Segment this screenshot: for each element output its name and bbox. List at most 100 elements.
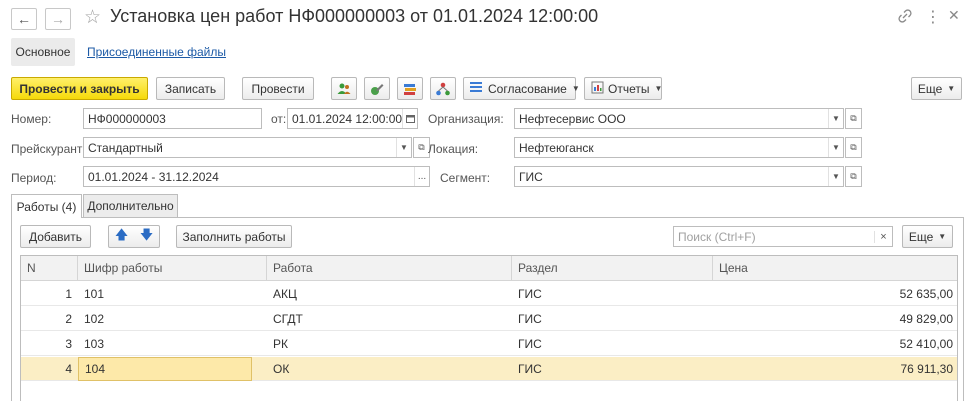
arrow-left-icon: ← [17, 11, 31, 27]
cell-n: 1 [65, 287, 72, 301]
list-icon [470, 81, 482, 96]
works-table: N Шифр работы Работа Раздел Цена 1 101 А… [20, 255, 958, 401]
edit-icon-button[interactable] [364, 77, 390, 100]
cell-section: ГИС [518, 312, 542, 326]
cell-price: 52 410,00 [899, 337, 953, 351]
section-attached-files[interactable]: Присоединенные файлы [87, 45, 226, 59]
cell-price: 52 635,00 [899, 287, 953, 301]
open-icon: ⧉ [850, 171, 857, 181]
column-header-section[interactable]: Раздел [512, 256, 713, 281]
search-placeholder: Поиск (Ctrl+F) [678, 229, 756, 244]
cell-code-active[interactable]: 104 [78, 357, 252, 381]
reports-dropdown[interactable]: Отчеты ▼ [584, 77, 662, 100]
table-row-selected[interactable]: 4 104 ОК ГИС 76 911,30 [21, 357, 957, 381]
open-location-button[interactable]: ⧉ [845, 137, 862, 158]
chevron-down-icon[interactable]: ▼ [828, 109, 843, 128]
chevron-down-icon: ▼ [947, 84, 956, 93]
organization-label: Организация: [428, 112, 504, 126]
chevron-down-icon: ▼ [654, 84, 663, 93]
cell-section: ГИС [518, 337, 542, 351]
column-header-price[interactable]: Цена [713, 256, 957, 281]
column-header-work[interactable]: Работа [267, 256, 512, 281]
table-row[interactable]: 3 103 РК ГИС 52 410,00 [21, 332, 957, 356]
cell-code: 101 [84, 287, 105, 301]
period-field[interactable]: 01.01.2024 - 31.12.2024 ... [83, 166, 430, 187]
tab-works[interactable]: Работы (4) [11, 194, 82, 218]
more-vertical-icon[interactable]: ⋮ [925, 7, 941, 27]
pricelist-label: Прейскурант: [11, 142, 86, 156]
forward-button[interactable]: → [45, 8, 71, 30]
save-button[interactable]: Записать [156, 77, 225, 100]
table-row[interactable]: 2 102 СГДТ ГИС 49 829,00 [21, 307, 957, 331]
cell-work: РК [273, 337, 288, 351]
segment-value: ГИС [519, 169, 543, 184]
table-more-label: Еще [908, 229, 934, 244]
window-title: Установка цен работ НФ000000003 от 01.01… [110, 6, 599, 26]
post-and-close-button[interactable]: Провести и закрыть [11, 77, 148, 100]
close-icon[interactable]: ✕ [948, 7, 960, 24]
organization-value: Нефтесервис ООО [519, 111, 626, 126]
section-main[interactable]: Основное [11, 38, 75, 66]
cell-work: АКЦ [273, 287, 297, 301]
organization-field[interactable]: Нефтесервис ООО ▼ [514, 108, 844, 129]
chevron-down-icon[interactable]: ▼ [828, 138, 843, 157]
chevron-down-icon: ▼ [938, 232, 947, 241]
calendar-icon[interactable] [402, 109, 417, 128]
pricelist-value: Стандартный [88, 140, 163, 155]
star-icon[interactable]: ☆ [84, 6, 101, 29]
report-icon [591, 81, 604, 97]
structure-icon-button[interactable] [430, 77, 456, 100]
location-field[interactable]: Нефтеюганск ▼ [514, 137, 844, 158]
arrow-down-icon[interactable]: 🡇 [140, 226, 153, 248]
move-buttons: 🡅 🡇 [108, 225, 160, 248]
location-label: Локация: [428, 142, 479, 156]
cell-section: ГИС [518, 362, 542, 376]
add-button[interactable]: Добавить [20, 225, 91, 248]
number-label: Номер: [11, 112, 52, 126]
pricelist-field[interactable]: Стандартный ▼ [83, 137, 412, 158]
approval-dropdown[interactable]: Согласование ▼ [463, 77, 580, 100]
cell-n: 4 [65, 362, 72, 376]
table-more-button[interactable]: Еще ▼ [902, 225, 953, 248]
hierarchy-icon [436, 82, 450, 95]
date-value: 01.01.2024 12:00:00 [292, 111, 402, 126]
location-value: Нефтеюганск [519, 140, 594, 155]
cell-work: СГДТ [273, 312, 303, 326]
cell-n: 3 [65, 337, 72, 351]
more-button[interactable]: Еще ▼ [911, 77, 962, 100]
arrow-right-icon: → [51, 11, 65, 27]
link-icon[interactable] [898, 9, 912, 26]
table-row[interactable]: 1 101 АКЦ ГИС 52 635,00 [21, 282, 957, 306]
back-button[interactable]: ← [11, 8, 37, 30]
period-value: 01.01.2024 - 31.12.2024 [88, 169, 219, 184]
fill-works-button[interactable]: Заполнить работы [176, 225, 292, 248]
users-icon-button[interactable] [331, 77, 357, 100]
segment-field[interactable]: ГИС ▼ [514, 166, 844, 187]
column-header-n[interactable]: N [21, 256, 78, 281]
post-button[interactable]: Провести [242, 77, 314, 100]
search-input[interactable]: Поиск (Ctrl+F) × [673, 226, 893, 247]
documents-icon-button[interactable] [397, 77, 423, 100]
chevron-down-icon[interactable]: ▼ [828, 167, 843, 186]
date-field[interactable]: 01.01.2024 12:00:00 [287, 108, 418, 129]
period-select-button[interactable]: ... [414, 167, 429, 186]
chevron-down-icon[interactable]: ▼ [396, 138, 411, 157]
segment-label: Сегмент: [440, 171, 491, 185]
arrow-up-icon[interactable]: 🡅 [115, 226, 128, 248]
cell-n: 2 [65, 312, 72, 326]
cell-price: 76 911,30 [900, 362, 954, 376]
cell-code: 103 [84, 337, 105, 351]
open-icon: ⧉ [418, 142, 425, 152]
approval-label: Согласование [488, 81, 567, 96]
open-segment-button[interactable]: ⧉ [845, 166, 862, 187]
chevron-down-icon: ▼ [571, 84, 580, 93]
stack-icon [404, 83, 416, 95]
number-value: НФ000000003 [88, 111, 166, 126]
open-organization-button[interactable]: ⧉ [845, 108, 862, 129]
clear-icon[interactable]: × [874, 230, 892, 243]
table-header: N Шифр работы Работа Раздел Цена [21, 256, 957, 281]
column-header-code[interactable]: Шифр работы [78, 256, 267, 281]
tab-additional[interactable]: Дополнительно [83, 194, 178, 217]
date-label: от: [271, 112, 287, 126]
number-field[interactable]: НФ000000003 [83, 108, 262, 129]
